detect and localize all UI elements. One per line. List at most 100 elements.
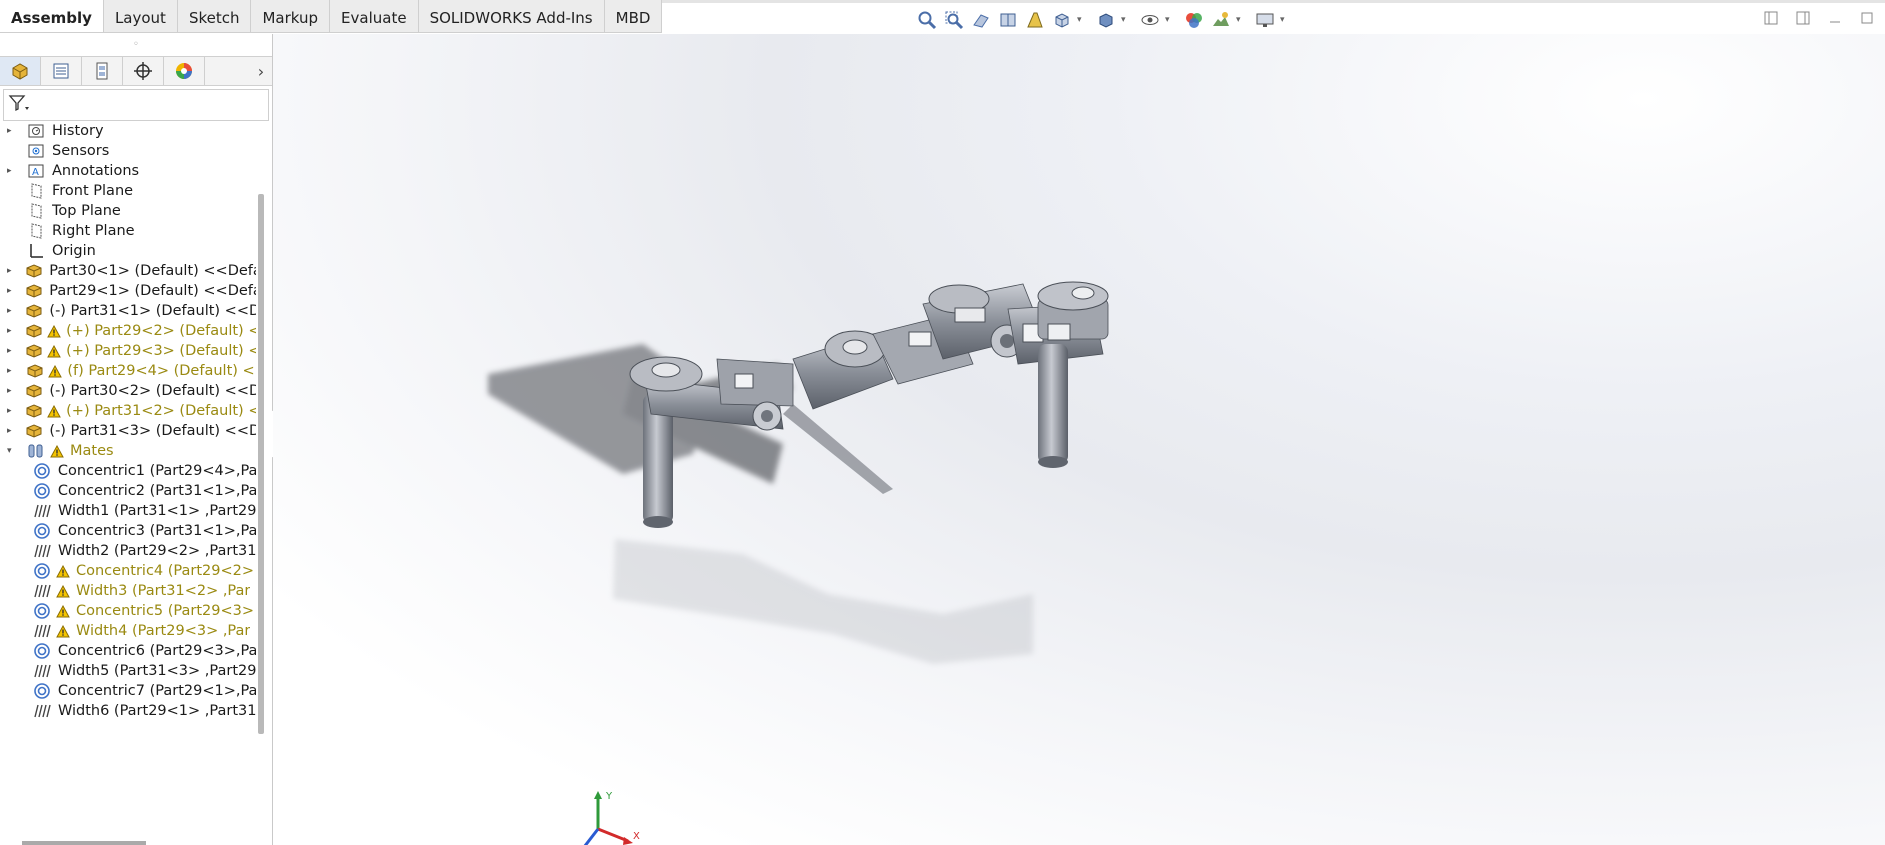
origin-icon (25, 241, 47, 261)
chevron-down-icon[interactable]: ▾ (1280, 15, 1288, 25)
svg-text:A: A (32, 167, 39, 178)
floor-reflection (613, 539, 1033, 664)
tab-mbd[interactable]: MBD (604, 0, 663, 33)
tab-assembly[interactable]: Assembly (0, 0, 104, 33)
part-icon (24, 401, 44, 421)
part-icon (24, 301, 44, 321)
assembly-model[interactable] (273, 34, 1885, 845)
hide-show-items-icon[interactable] (1138, 8, 1162, 32)
panel-left-icon[interactable] (1763, 10, 1779, 26)
chevron-down-icon[interactable]: ▾ (7, 446, 17, 456)
zoom-to-area-icon[interactable] (942, 8, 966, 32)
tab-solidworks-add-ins[interactable]: SOLIDWORKS Add-Ins (418, 0, 605, 33)
panel-grip-icon[interactable]: ◦ (0, 34, 272, 56)
tree-item-label: Mates (70, 443, 114, 459)
filter-icon[interactable] (8, 94, 30, 116)
chevron-right-icon[interactable]: ▸ (7, 406, 16, 416)
tree-item-label: (f) Part29<4> (Default) << (67, 363, 256, 379)
maximize-icon[interactable] (1859, 10, 1875, 26)
tree-item-label: Origin (52, 243, 96, 259)
configuration-manager-tab-icon[interactable] (82, 57, 123, 85)
view-orientation-icon[interactable] (1050, 8, 1074, 32)
warning-icon (55, 623, 71, 639)
chevron-right-icon[interactable]: ▸ (7, 266, 16, 276)
tree-item-label: Concentric5 (Part29<3> (76, 603, 255, 619)
tree-item-label: Front Plane (52, 183, 134, 199)
tree-item-label: (-) Part31<1> (Default) <<Def (49, 303, 256, 319)
chevron-right-icon[interactable]: ▸ (7, 306, 16, 316)
z-axis-icon (583, 828, 600, 845)
design-tree: ▸ History Sensors ▸ A Annotations Front Plane T… (0, 122, 256, 845)
heads-up-view-toolbar: ▾ ▾ ▾ ▾ ▾ (915, 8, 1294, 32)
annotations-icon: A (25, 161, 47, 181)
property-manager-tab-icon[interactable] (41, 57, 82, 85)
tab-evaluate[interactable]: Evaluate (330, 0, 419, 33)
part-icon (24, 261, 44, 281)
warning-icon (46, 343, 61, 359)
part-icon (24, 321, 44, 341)
plane-icon (25, 221, 47, 241)
chevron-right-icon[interactable]: ▸ (7, 286, 16, 296)
tree-scrollbar[interactable] (258, 194, 264, 734)
chevron-right-icon[interactable]: › (250, 57, 272, 85)
warning-icon (49, 443, 65, 459)
chevron-right-icon[interactable]: ▸ (7, 166, 17, 176)
concentric-icon (31, 561, 53, 581)
dimxpert-manager-tab-icon[interactable] (123, 57, 164, 85)
triad-x-label: X (633, 831, 640, 842)
coordinate-triad: Y X Z (583, 791, 640, 845)
apply-scene-icon[interactable] (1209, 8, 1233, 32)
chevron-right-icon[interactable]: ▸ (7, 386, 16, 396)
chevron-right-icon[interactable]: ▸ (7, 426, 16, 436)
tree-item-label: Concentric7 (Part29<1>,Pa (57, 683, 256, 699)
tree-item-label: Width5 (Part31<3> ,Part29 (57, 663, 256, 679)
chevron-down-icon[interactable]: ▾ (1165, 15, 1173, 25)
display-style-icon[interactable] (1094, 8, 1118, 32)
panel-right-icon[interactable] (1795, 10, 1811, 26)
tree-item-label: (+) Part29<2> (Default) << (66, 323, 256, 339)
sensors-icon (25, 141, 47, 161)
tab-layout[interactable]: Layout (103, 0, 178, 33)
section-view-icon[interactable] (996, 8, 1020, 32)
feature-manager-tab-icon[interactable] (0, 57, 41, 85)
chevron-right-icon[interactable]: ▸ (7, 366, 16, 376)
edit-appearance-icon[interactable] (1182, 8, 1206, 32)
tab-markup[interactable]: Markup (251, 0, 331, 33)
tree-filter[interactable] (3, 89, 269, 121)
concentric-icon (31, 521, 53, 541)
tree-item-label: Width3 (Part31<2> ,Par (76, 583, 251, 599)
width-icon (31, 621, 53, 641)
triad-y-label: Y (605, 791, 613, 802)
previous-view-icon[interactable] (969, 8, 993, 32)
chevron-right-icon[interactable]: ▸ (7, 346, 16, 356)
tree-item-label: Part29<1> (Default) <<Defaul (49, 283, 256, 299)
mate-item[interactable]: Width6 (Part29<1> ,Part31 (0, 699, 256, 723)
minimize-icon[interactable] (1827, 10, 1843, 26)
tree-item-label: Annotations (52, 163, 140, 179)
display-manager-tab-icon[interactable] (164, 57, 205, 85)
view-settings-icon[interactable] (1253, 8, 1277, 32)
part-icon (24, 281, 44, 301)
tree-item-label: (-) Part31<3> (Default) <<Def (49, 423, 256, 439)
dynamic-annotation-icon[interactable] (1023, 8, 1047, 32)
x-axis-icon (597, 827, 629, 843)
width-icon (31, 581, 53, 601)
warning-icon (47, 363, 62, 379)
warning-icon (55, 583, 71, 599)
tab-sketch[interactable]: Sketch (177, 0, 252, 33)
tree-item-label: Concentric2 (Part31<1>,Pa (57, 483, 256, 499)
chevron-down-icon[interactable]: ▾ (1236, 15, 1244, 25)
part-icon (24, 421, 44, 441)
manager-tabs: › (0, 56, 272, 86)
zoom-to-fit-icon[interactable] (915, 8, 939, 32)
graphics-area[interactable]: Y X Z (273, 34, 1885, 845)
link-chain (629, 281, 1109, 528)
chevron-right-icon[interactable]: ▸ (7, 326, 16, 336)
plane-icon (25, 201, 47, 221)
chevron-right-icon[interactable]: ▸ (7, 126, 17, 136)
chevron-down-icon[interactable]: ▾ (1121, 15, 1129, 25)
part-icon (24, 361, 45, 381)
feature-manager-panel: ◦ › ▸ History Sensors ▸ A Annotations Front Pl… (0, 34, 273, 845)
tree-horizontal-scrollbar[interactable] (22, 841, 146, 845)
chevron-down-icon[interactable]: ▾ (1077, 15, 1085, 25)
